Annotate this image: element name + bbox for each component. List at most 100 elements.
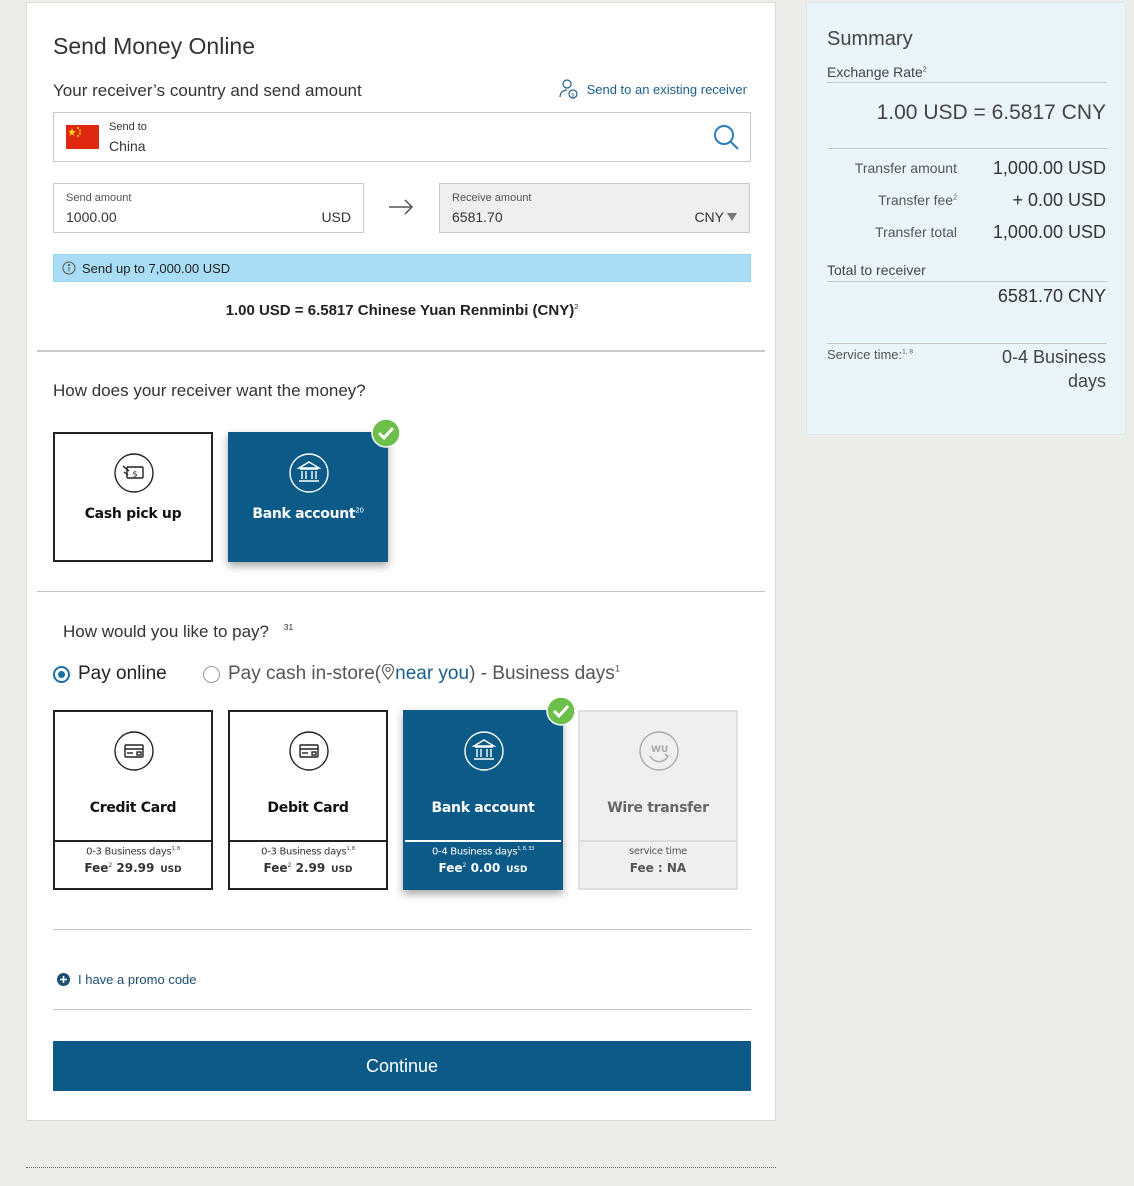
bank-account-pay-fee-sup: 2 [462, 862, 467, 870]
country-select[interactable]: Send to China [53, 112, 751, 162]
bank-account-receive-option[interactable]: Bank account20 [228, 432, 388, 562]
wire-transfer-details: service time Fee : NA [580, 840, 736, 888]
debit-card-label: Debit Card [267, 800, 349, 816]
pay-cash-radio[interactable]: Pay cash in-store( near you) - Business d… [203, 663, 620, 685]
transfer-total-label: Transfer total [875, 224, 957, 240]
bank-account-receive-text: Bank account [252, 506, 356, 522]
pay-online-label: Pay online [78, 663, 167, 684]
credit-card-label: Credit Card [89, 800, 177, 816]
debit-card-days: 0-3 Business days1, 8 [230, 846, 386, 857]
arrow-right-icon [389, 199, 414, 215]
receive-method-question: How does your receiver want the money? [53, 381, 366, 400]
debit-card-details: 0-3 Business days1, 8 Fee2 2.99 USD [230, 840, 386, 888]
section-divider [37, 591, 765, 592]
info-icon [62, 261, 76, 275]
receive-currency: CNY [694, 209, 724, 225]
transfer-fee-sup: 2 [953, 194, 957, 202]
transfer-amount-value: 1,000.00 USD [992, 158, 1106, 178]
bank-account-pay-details: 0-4 Business days1, 8, 33 Fee2 0.00 USD [405, 840, 561, 888]
promo-code-link[interactable]: I have a promo code [57, 972, 197, 987]
section-divider [53, 1009, 751, 1010]
debit-card-days-sup: 1, 8 [346, 846, 355, 852]
radio-selected-icon [53, 665, 70, 683]
near-you-link[interactable]: near you [395, 663, 469, 684]
bank-account-pay-option[interactable]: Bank account 0-4 Business days1, 8, 33 F… [403, 710, 563, 890]
credit-card-fee-currency: USD [160, 865, 182, 876]
receive-amount-field[interactable]: Receive amount 6581.70 CNY [439, 183, 750, 233]
exchange-rate-text: 1.00 USD = 6.5817 Chinese Yuan Renminbi … [225, 302, 575, 319]
bank-account-pay-fee-currency: USD [506, 865, 528, 876]
receiver-icon: $ [558, 79, 578, 99]
send-money-card: Send Money Online Your receiver’s countr… [26, 2, 776, 1121]
bank-account-receive-label: Bank account20 [230, 506, 386, 522]
summary-title: Summary [827, 28, 913, 50]
service-time-value: 0-4 Business days [1001, 347, 1106, 391]
bank-account-pay-days-sup: 1, 8, 33 [517, 846, 534, 852]
credit-card-details: 0-3 Business days1, 8 Fee2 29.99 USD [55, 840, 211, 888]
footer-divider [26, 1167, 776, 1168]
credit-card-fee-value: 29.99 [116, 861, 155, 876]
credit-card-option[interactable]: Credit Card 0-3 Business days1, 8 Fee2 2… [53, 710, 213, 890]
cash-pickup-label: Cash pick up [84, 506, 182, 522]
credit-card-days: 0-3 Business days1, 8 [55, 846, 211, 857]
send-to-label: Send to [109, 121, 147, 133]
china-flag-icon [66, 125, 99, 149]
receiver-section-label: Your receiver’s country and send amount [53, 81, 362, 100]
plus-circle-icon [57, 973, 70, 986]
bank-account-pay-fee: Fee2 0.00 USD [405, 861, 561, 875]
summary-divider [827, 148, 1107, 149]
svg-text:$: $ [571, 92, 575, 98]
debit-card-days-text: 0-3 Business days [261, 846, 347, 858]
search-icon[interactable] [712, 123, 740, 151]
wire-transfer-icon: WU [639, 731, 679, 771]
pay-cash-suffix: ) - Business days [469, 663, 615, 684]
debit-card-option[interactable]: Debit Card 0-3 Business days1, 8 Fee2 2.… [228, 710, 388, 890]
transfer-fee-value: + 0.00 USD [1012, 190, 1106, 210]
send-amount-label: Send amount [66, 192, 132, 204]
bank-account-pay-label: Bank account [431, 800, 535, 816]
bank-icon [464, 731, 504, 771]
selected-check-icon [546, 696, 576, 726]
send-amount-value[interactable]: 1000.00 [66, 209, 117, 225]
location-pin-icon [382, 663, 395, 680]
credit-card-fee: Fee2 29.99 USD [55, 861, 211, 875]
service-time-label-text: Service time: [827, 347, 903, 362]
bank-account-pay-fee-value: 0.00 [470, 861, 501, 876]
summary-exchange-rate-sup: 2 [922, 66, 927, 74]
continue-button[interactable]: Continue [53, 1041, 751, 1091]
exchange-rate-sup: 2 [574, 302, 579, 311]
pay-cash-sup: 1 [614, 663, 621, 675]
service-time-sup: 1, 8 [902, 348, 913, 356]
selected-check-icon [371, 418, 401, 448]
total-to-receiver-value: 6581.70 CNY [997, 286, 1106, 306]
existing-receiver-link[interactable]: $ Send to an existing receiver [557, 77, 747, 101]
pay-cash-prefix: Pay cash in-store( [228, 663, 382, 684]
credit-card-days-text: 0-3 Business days [86, 846, 172, 858]
credit-card-fee-label: Fee [84, 861, 109, 876]
receive-amount-value[interactable]: 6581.70 [452, 209, 503, 225]
cash-pickup-option[interactable]: $ Cash pick up [53, 432, 213, 562]
bank-account-pay-days: 0-4 Business days1, 8, 33 [405, 846, 561, 857]
wire-transfer-option: WU Wire transfer service time Fee : NA [578, 710, 738, 890]
transfer-total-value: 1,000.00 USD [992, 222, 1106, 242]
page-title: Send Money Online [53, 33, 256, 59]
summary-panel: Summary Exchange Rate2 1.00 USD = 6.5817… [806, 2, 1126, 435]
summary-exchange-rate-label-text: Exchange Rate [827, 64, 923, 80]
credit-card-fee-sup: 2 [108, 862, 113, 870]
send-to-value: China [109, 138, 146, 154]
service-time-label: Service time:1, 8 [827, 347, 913, 362]
existing-receiver-label: Send to an existing receiver [586, 81, 747, 97]
transfer-amount-label: Transfer amount [854, 160, 957, 176]
summary-exchange-rate-value: 1.00 USD = 6.5817 CNY [876, 101, 1106, 124]
bank-icon [289, 453, 329, 493]
section-divider [53, 929, 751, 930]
send-currency: USD [321, 209, 351, 225]
receive-currency-select[interactable]: CNY [694, 209, 737, 225]
pay-online-radio[interactable]: Pay online [53, 663, 167, 685]
send-limit-info: Send up to 7,000.00 USD [53, 254, 751, 282]
wire-transfer-label: Wire transfer [607, 800, 709, 816]
pay-method-question: How would you like to pay? 31 [63, 622, 293, 642]
pay-cash-label: Pay cash in-store( near you) - Business d… [228, 663, 620, 685]
credit-card-days-sup: 1, 8 [171, 846, 180, 852]
send-amount-field[interactable]: Send amount 1000.00 USD [53, 183, 364, 233]
